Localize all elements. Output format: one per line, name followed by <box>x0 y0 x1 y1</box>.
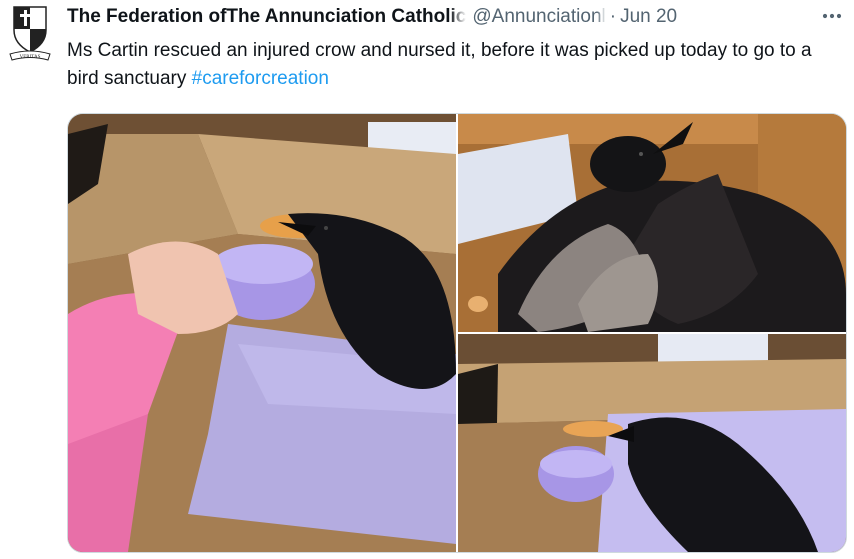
tweet-date[interactable]: Jun 20 <box>620 6 677 28</box>
crow-resting-photo-image <box>458 334 846 552</box>
author-avatar[interactable]: VERITAS <box>8 4 52 62</box>
separator-dot: · <box>609 6 617 27</box>
tweet-header: The Federation ofThe Annunciation Cathol… <box>67 5 847 29</box>
photo-crow-resting[interactable] <box>458 334 846 552</box>
crow-bowl-photo-image <box>68 114 456 552</box>
tweet-body: Ms Cartin rescued an injured crow and nu… <box>67 40 812 89</box>
more-options-icon <box>822 13 842 19</box>
author-name[interactable]: The Federation ofThe Annunciation Cathol… <box>67 6 466 28</box>
photo-crow-wings-spread[interactable] <box>458 114 846 332</box>
crow-wings-photo-image <box>458 114 846 332</box>
svg-text:VERITAS: VERITAS <box>20 55 41 60</box>
school-crest-shield-icon: VERITAS <box>9 6 51 61</box>
more-options-button[interactable] <box>818 6 846 26</box>
photo-crow-with-bowl[interactable] <box>68 114 456 552</box>
tweet-text: Ms Cartin rescued an injured crow and nu… <box>67 37 837 93</box>
author-handle[interactable]: @Annunciationl <box>472 6 605 28</box>
media-grid <box>67 113 847 553</box>
hashtag-link[interactable]: #careforcreation <box>192 68 329 89</box>
